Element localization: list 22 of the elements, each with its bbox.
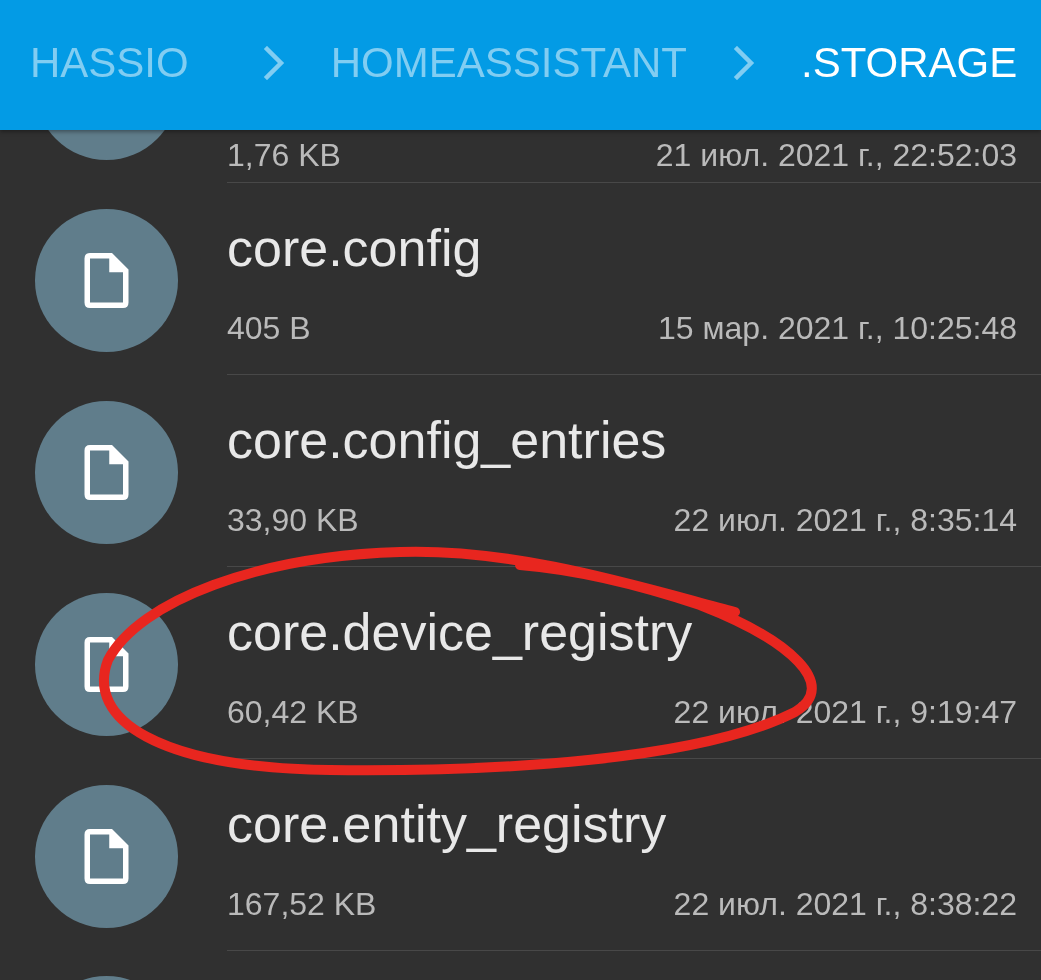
file-modified-date: 15 мар. 2021 г., 10:25:48 <box>658 309 1017 347</box>
breadcrumb-item[interactable]: HOMEASSISTANT <box>330 39 687 87</box>
breadcrumb-item[interactable]: HASSIO <box>30 39 189 87</box>
breadcrumb-item[interactable]: .STORAGE <box>801 39 1018 87</box>
chevron-right-icon <box>262 46 285 80</box>
file-size: 167,52 KB <box>227 885 377 923</box>
file-size: 33,90 KB <box>227 501 359 539</box>
file-name: core.config_entries <box>227 410 667 470</box>
file-name: core.device_registry <box>227 602 693 662</box>
file-modified-date: 22 июл. 2021 г., 8:38:22 <box>673 885 1017 923</box>
file-icon <box>35 209 178 352</box>
file-size: 1,76 KB <box>227 136 341 174</box>
file-name: core.config <box>227 218 482 278</box>
file-icon <box>35 401 178 544</box>
file-modified-date: 21 июл. 2021 г., 22:52:03 <box>655 136 1017 174</box>
file-name: core.entity_registry <box>227 794 667 854</box>
file-icon <box>35 593 178 736</box>
file-icon <box>35 785 178 928</box>
chevron-right-icon <box>733 46 755 80</box>
file-size: 60,42 KB <box>227 693 359 731</box>
file-modified-date: 22 июл. 2021 г., 8:35:14 <box>673 501 1017 539</box>
file-size: 405 B <box>227 309 311 347</box>
